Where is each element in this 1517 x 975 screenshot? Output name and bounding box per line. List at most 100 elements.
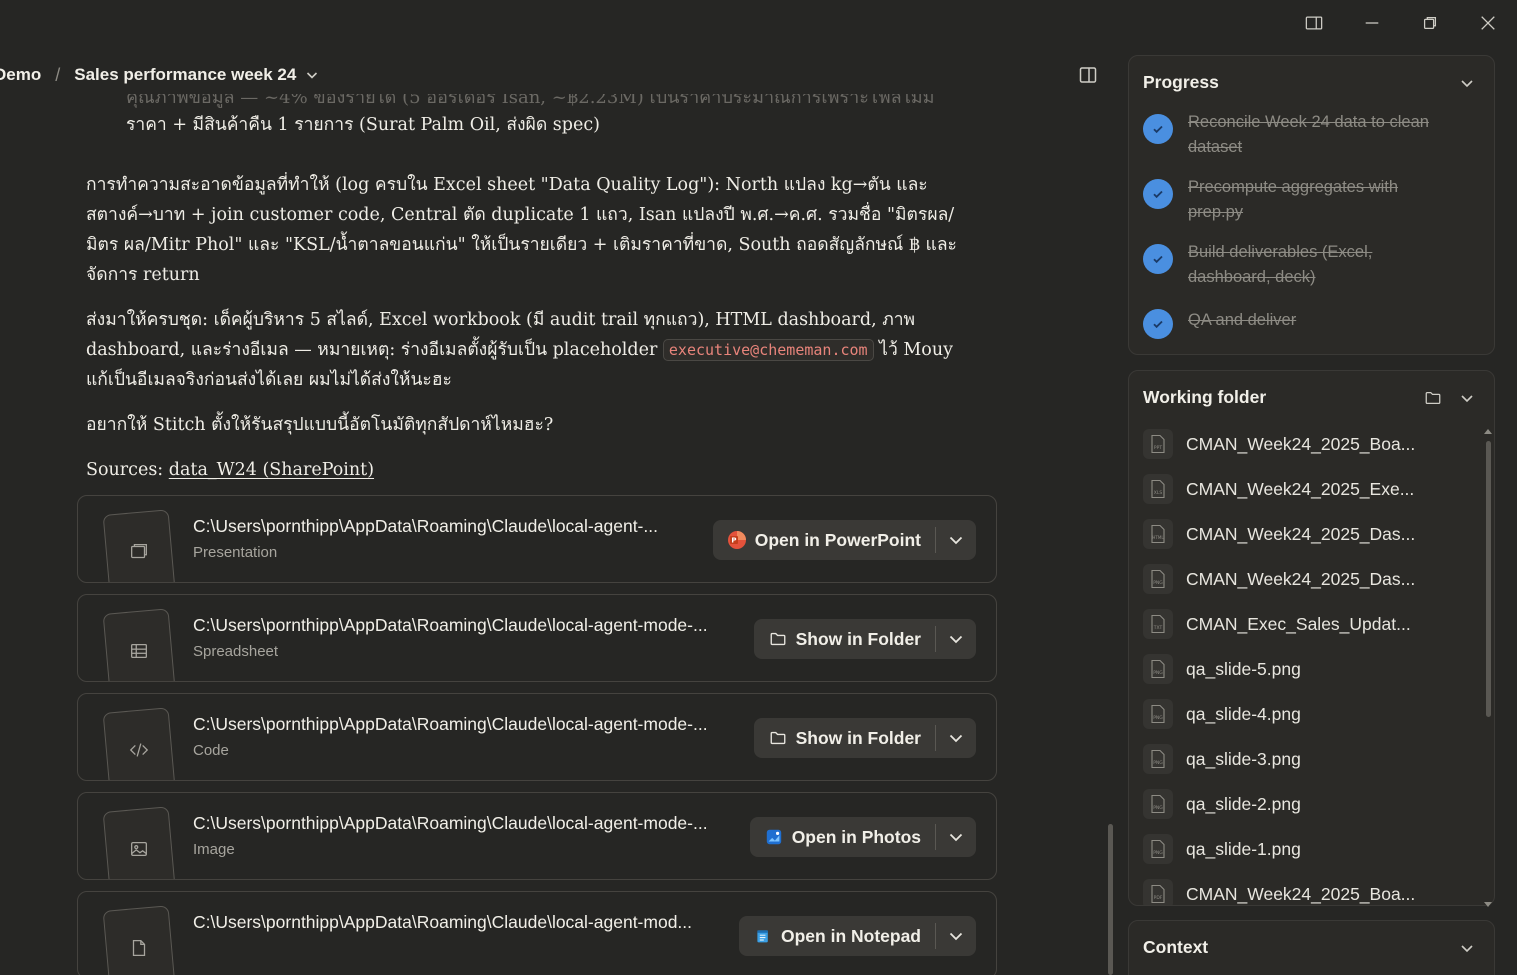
chevron-down-icon [949, 536, 963, 545]
chevron-down-icon[interactable] [1458, 389, 1476, 407]
file-type: Code [193, 742, 229, 759]
chevron-down-icon [949, 932, 963, 941]
file-item[interactable]: PDF CMAN_Week24_2025_Boa... [1143, 877, 1473, 905]
file-item[interactable]: PNG qa_slide-3.png [1143, 742, 1473, 776]
file-item[interactable]: PNG qa_slide-5.png [1143, 652, 1473, 686]
file-icon: PNG [1143, 789, 1173, 819]
chevron-down-icon[interactable] [1458, 74, 1476, 92]
action-dropdown[interactable] [936, 619, 976, 659]
svg-text:PNG: PNG [1153, 760, 1163, 766]
file-path: C:\Users\pornthipp\AppData\Roaming\Claud… [193, 516, 658, 536]
email-placeholder: executive@chememan.com [662, 339, 874, 361]
file-icon: PNG [1143, 744, 1173, 774]
file-path: C:\Users\pornthipp\AppData\Roaming\Claud… [193, 813, 708, 833]
svg-text:PNG: PNG [1153, 715, 1163, 721]
notepad-icon [753, 926, 773, 946]
file-item[interactable]: PNG qa_slide-4.png [1143, 697, 1473, 731]
open-in-photos-button[interactable]: Open in Photos [749, 817, 976, 857]
scroll-thumb[interactable] [1486, 441, 1491, 717]
open-in-powerpoint-button[interactable]: P Open in PowerPoint [712, 520, 976, 560]
photos-icon [764, 827, 784, 847]
file-path: C:\Users\pornthipp\AppData\Roaming\Claud… [193, 615, 708, 635]
file-item[interactable]: TXT CMAN_Exec_Sales_Updat... [1143, 607, 1473, 641]
task-label: Build deliverables (Excel, dashboard, de… [1188, 243, 1373, 286]
file-icon: PPT [1143, 429, 1173, 459]
file-card-document[interactable]: C:\Users\pornthipp\AppData\Roaming\Claud… [77, 891, 997, 975]
sidebar-icon [1305, 16, 1323, 30]
file-path: C:\Users\pornthipp\AppData\Roaming\Claud… [193, 714, 708, 734]
file-card-spreadsheet[interactable]: C:\Users\pornthipp\AppData\Roaming\Claud… [77, 594, 997, 682]
chevron-down-icon [949, 833, 963, 842]
file-icon: TXT [1143, 609, 1173, 639]
svg-text:PNG: PNG [1153, 805, 1163, 811]
source-link[interactable]: data_W24 (SharePoint) [169, 460, 374, 480]
breadcrumb: Demo / Sales performance week 24 [0, 56, 1110, 94]
minimize-icon [1365, 22, 1379, 24]
working-folder-panel: Working folder PPT CMAN_Week24_2025_Boa..… [1128, 370, 1495, 907]
minimize-button[interactable] [1343, 0, 1401, 46]
panel-toggle-icon[interactable] [1078, 65, 1098, 85]
file-type: Image [193, 841, 235, 858]
file-name: CMAN_Week24_2025_Boa... [1186, 883, 1416, 904]
action-main[interactable]: Show in Folder [754, 619, 935, 659]
file-name: CMAN_Week24_2025_Das... [1186, 568, 1416, 589]
action-label: Show in Folder [795, 628, 921, 649]
action-label: Open in Photos [791, 826, 921, 847]
show-in-folder-button[interactable]: Show in Folder [753, 718, 976, 758]
file-item[interactable]: PNG CMAN_Week24_2025_Das... [1143, 562, 1473, 596]
show-in-folder-button[interactable]: Show in Folder [753, 619, 976, 659]
window-controls [1285, 0, 1517, 46]
file-icon: XLS [1143, 474, 1173, 504]
file-name: qa_slide-4.png [1186, 703, 1301, 724]
restore-button[interactable] [1401, 0, 1459, 46]
check-icon [1143, 244, 1173, 274]
file-list-scrollbar[interactable] [1484, 429, 1492, 907]
task-item: Build deliverables (Excel, dashboard, de… [1143, 240, 1473, 290]
scroll-up-arrow[interactable] [1484, 429, 1492, 434]
scroll-down-arrow[interactable] [1484, 902, 1492, 907]
action-label: Show in Folder [795, 727, 921, 748]
action-main[interactable]: Open in Notepad [739, 916, 935, 956]
action-main[interactable]: Open in Photos [750, 817, 935, 857]
chevron-down-icon[interactable] [1458, 939, 1476, 957]
breadcrumb-separator: / [55, 64, 61, 85]
action-dropdown[interactable] [936, 718, 976, 758]
file-card-code[interactable]: C:\Users\pornthipp\AppData\Roaming\Claud… [77, 693, 997, 781]
action-dropdown[interactable] [936, 520, 976, 560]
file-name: CMAN_Week24_2025_Exe... [1186, 478, 1415, 499]
action-dropdown[interactable] [936, 817, 976, 857]
close-button[interactable] [1459, 0, 1517, 46]
svg-text:HTML: HTML [1152, 535, 1164, 540]
file-item[interactable]: XLS CMAN_Week24_2025_Exe... [1143, 472, 1473, 506]
message-paragraph-cleaning: การทำความสะอาดข้อมูลที่ทำให้ (log ครบใน … [86, 175, 957, 285]
file-item[interactable]: PNG qa_slide-2.png [1143, 787, 1473, 821]
sidebar-toggle-button[interactable] [1285, 0, 1343, 46]
file-item[interactable]: PPT CMAN_Week24_2025_Boa... [1143, 427, 1473, 461]
svg-text:XLS: XLS [1154, 490, 1163, 496]
file-item[interactable]: HTML CMAN_Week24_2025_Das... [1143, 517, 1473, 551]
svg-text:TXT: TXT [1153, 625, 1163, 631]
powerpoint-icon: P [727, 530, 747, 550]
file-icon: PNG [1143, 654, 1173, 684]
file-item[interactable]: PNG qa_slide-1.png [1143, 832, 1473, 866]
task-label: Reconcile Week 24 data to clean dataset [1188, 113, 1429, 156]
file-card-presentation[interactable]: C:\Users\pornthipp\AppData\Roaming\Claud… [77, 495, 997, 583]
spreadsheet-icon [102, 608, 176, 681]
file-icon: PDF [1143, 879, 1173, 905]
chevron-down-icon[interactable] [304, 67, 320, 83]
file-card-image[interactable]: C:\Users\pornthipp\AppData\Roaming\Claud… [77, 792, 997, 880]
chat-scrollbar[interactable] [1108, 824, 1113, 975]
conversation-title[interactable]: Sales performance week 24 [74, 65, 296, 85]
image-icon [102, 806, 176, 879]
svg-text:PDF: PDF [1154, 895, 1163, 901]
action-main[interactable]: P Open in PowerPoint [713, 520, 935, 560]
open-in-notepad-button[interactable]: Open in Notepad [739, 916, 976, 956]
svg-text:PNG: PNG [1153, 580, 1163, 586]
action-main[interactable]: Show in Folder [754, 718, 935, 758]
folder-icon[interactable] [1424, 389, 1442, 407]
check-icon [1143, 309, 1173, 339]
file-path: C:\Users\pornthipp\AppData\Roaming\Claud… [193, 912, 693, 932]
breadcrumb-root[interactable]: Demo [0, 65, 41, 85]
message-question: อยากให้ Stitch ตั้งให้รันสรุปแบบนี้อัตโน… [86, 415, 554, 435]
action-dropdown[interactable] [936, 916, 976, 956]
